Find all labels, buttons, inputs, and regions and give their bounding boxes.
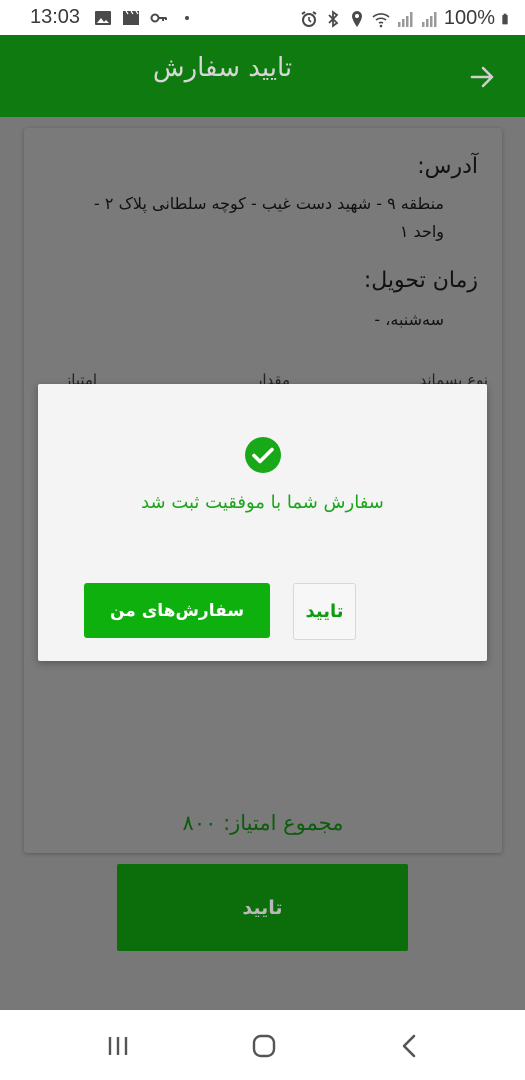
status-time: 13:03 (30, 6, 81, 28)
check-circle-icon (245, 437, 281, 473)
success-dialog: سفارش شما با موفقیت ثبت شد سفارش‌های من … (38, 384, 487, 661)
alarm-icon (301, 10, 317, 27)
total-points: مجموع امتیاز: ۸۰۰ (182, 811, 344, 835)
location-icon (351, 10, 362, 27)
status-bar: 13:03 100% (0, 0, 525, 35)
recent-apps-icon[interactable] (104, 1032, 132, 1060)
system-nav-bar (0, 1010, 525, 1080)
delivery-value: سه‌شنبه، - (374, 310, 444, 329)
my-orders-button[interactable]: سفارش‌های من (84, 583, 270, 638)
key-icon (150, 13, 167, 23)
page-title: تایید سفارش (152, 53, 293, 83)
status-icons-left (94, 9, 196, 27)
success-message: سفارش شما با موفقیت ثبت شد (141, 492, 384, 513)
bluetooth-icon (328, 9, 339, 28)
clapperboard-icon (123, 10, 139, 25)
dot-icon (185, 16, 189, 20)
confirm-button[interactable]: تایید (117, 864, 408, 951)
app-bar: تایید سفارش (0, 35, 525, 117)
signal-icon (397, 11, 413, 27)
image-icon (95, 11, 111, 25)
status-icons-right: 100% (300, 7, 513, 30)
signal-icon (421, 11, 437, 27)
address-label: آدرس: (417, 154, 478, 179)
dialog-ok-button[interactable]: تایید (293, 583, 356, 640)
address-value: منطقه ۹ - شهید دست غیب - کوچه سلطانی پلا… (94, 194, 444, 241)
arrow-right-icon[interactable] (469, 63, 497, 91)
battery-icon (502, 13, 508, 24)
home-icon[interactable] (250, 1032, 278, 1060)
delivery-label: زمان تحویل: (363, 268, 478, 293)
back-icon[interactable] (396, 1032, 424, 1060)
battery-percent: 100% (443, 7, 495, 29)
wifi-icon (372, 12, 390, 27)
